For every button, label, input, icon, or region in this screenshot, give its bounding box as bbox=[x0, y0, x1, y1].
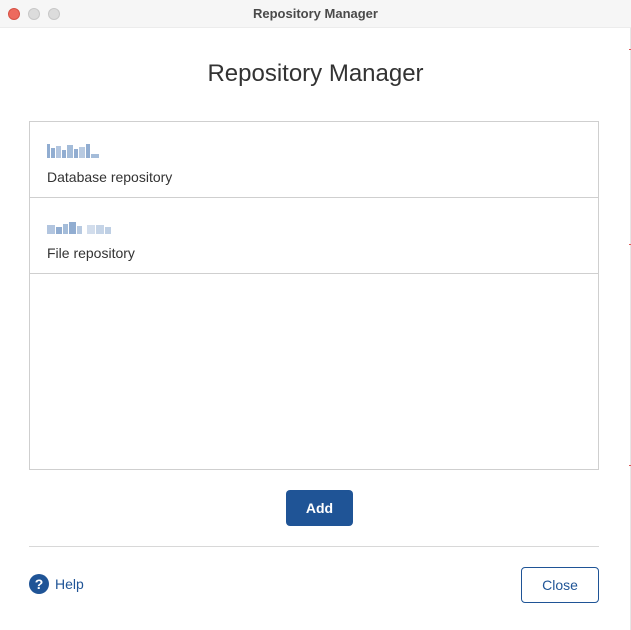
title-bar: Repository Manager bbox=[0, 0, 631, 28]
repository-list[interactable]: Database repository File repository bbox=[29, 121, 599, 470]
page-title: Repository Manager bbox=[207, 60, 424, 87]
repository-list-item[interactable]: File repository bbox=[30, 198, 598, 274]
help-label[interactable]: Help bbox=[55, 576, 84, 592]
repository-manager-window: Repository Manager Repository Manager Da… bbox=[0, 0, 631, 630]
repository-type: File repository bbox=[47, 245, 135, 261]
footer-divider bbox=[29, 546, 599, 547]
question-circle-icon[interactable]: ? bbox=[29, 574, 49, 594]
window-title: Repository Manager bbox=[253, 6, 378, 21]
repository-name-redacted bbox=[47, 142, 99, 158]
repository-name-redacted bbox=[47, 218, 111, 234]
repository-type: Database repository bbox=[47, 169, 173, 185]
close-button[interactable]: Close bbox=[521, 567, 599, 603]
add-button[interactable]: Add bbox=[286, 490, 353, 526]
help-link[interactable]: ? Help bbox=[29, 574, 84, 594]
repository-list-item[interactable]: Database repository bbox=[30, 122, 598, 198]
